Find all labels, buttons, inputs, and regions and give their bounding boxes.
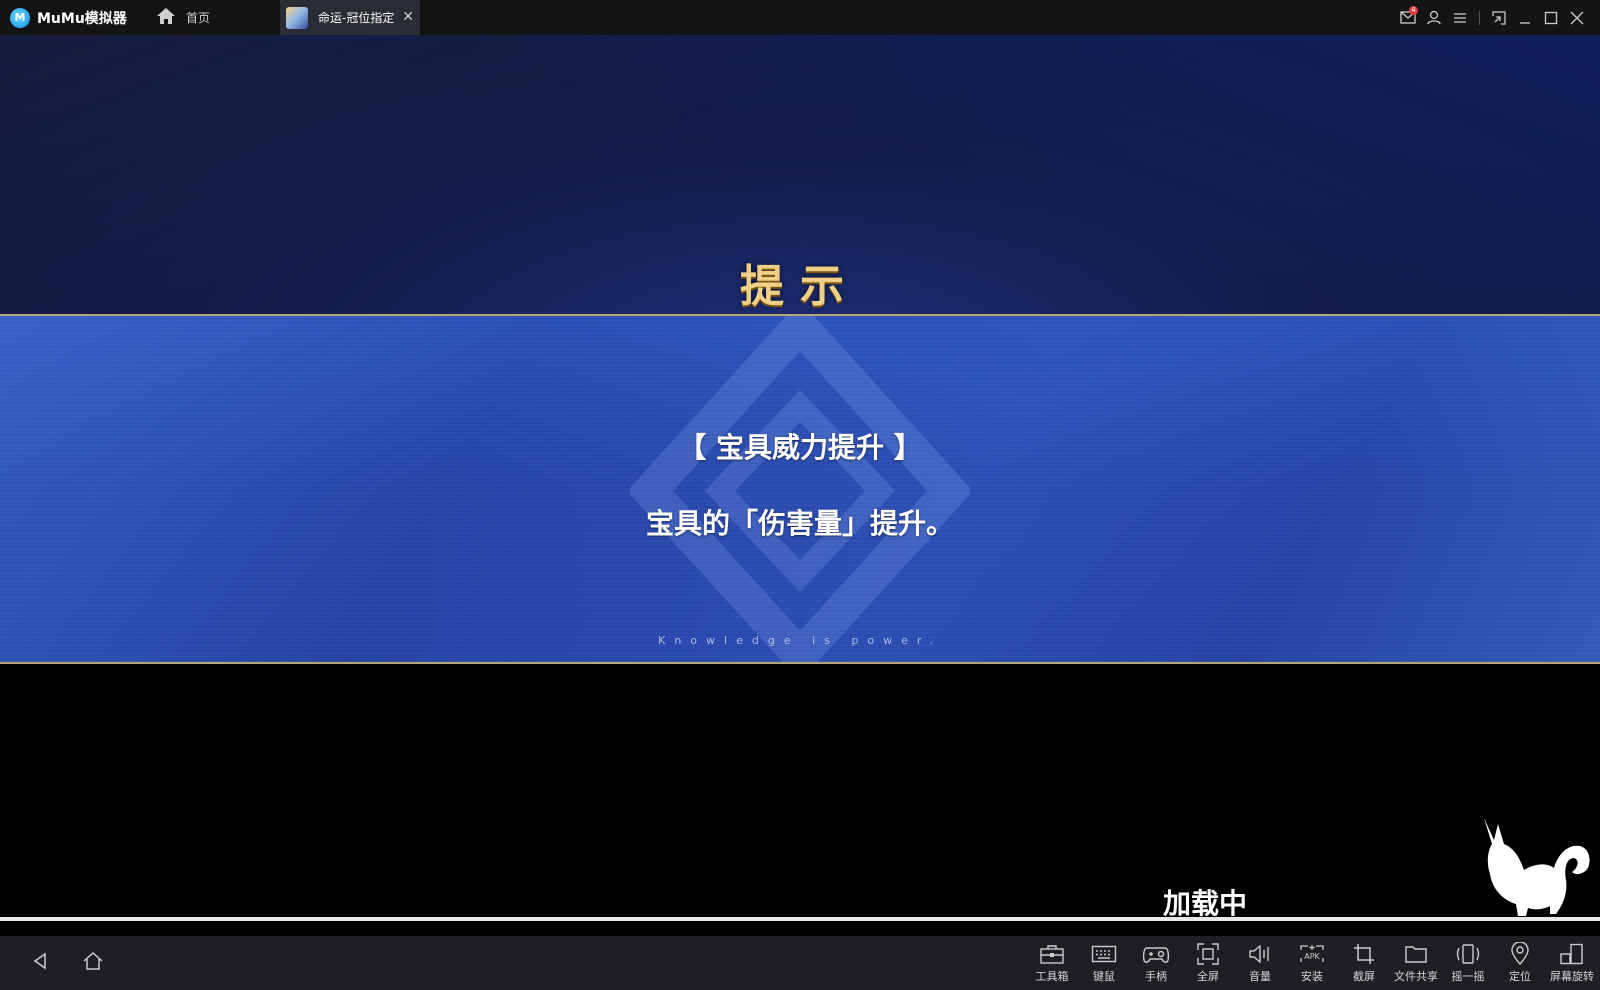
app-brand: M MuMu模拟器 [0,0,138,35]
svg-text:APK: APK [1304,952,1320,961]
tool-install-apk[interactable]: APK 安装 [1286,936,1338,990]
tool-label: 工具箱 [1035,970,1069,983]
account-button[interactable] [1421,0,1447,35]
tool-screenshot[interactable]: 截屏 [1338,936,1390,990]
back-button[interactable] [26,949,54,977]
minimize-icon [1518,11,1532,25]
user-icon [1427,10,1441,25]
maximize-icon [1544,11,1558,25]
menu-button[interactable] [1447,0,1473,35]
home-icon [156,7,176,29]
tool-keyboard[interactable]: 键鼠 [1078,936,1130,990]
tool-toolbox[interactable]: 工具箱 [1026,936,1078,990]
controls-divider [1479,10,1480,25]
tool-fullscreen[interactable]: 全屏 [1182,936,1234,990]
location-pin-icon [1506,942,1534,966]
tool-label: 全屏 [1197,970,1219,983]
app-name: MuMu模拟器 [37,10,127,27]
tab-home-label: 首页 [186,11,211,25]
shrink-window-icon [1492,10,1506,25]
tab-game[interactable]: 命运-冠位指定 ✕ [280,0,420,35]
tool-label: 键鼠 [1093,970,1115,983]
home-outline-icon [82,951,104,975]
loading-label: 加载中 [1163,887,1248,920]
mumu-logo-icon: M [10,7,30,28]
tool-shake[interactable]: 摇一摇 [1442,936,1494,990]
crop-screenshot-icon [1350,942,1378,966]
title-bar: M MuMu模拟器 首页 命运-冠位指定 ✕ 4 [0,0,1600,35]
tip-heading: 【 宝具威力提升 】 [678,431,922,464]
android-home-button[interactable] [79,949,107,977]
motto-text: Knowledge is power. [658,634,942,647]
game-thumbnail-icon [286,6,308,29]
tool-rotate-screen[interactable]: 屏幕旋转 [1546,936,1598,990]
tool-volume[interactable]: 音量 [1234,936,1286,990]
mini-mode-button[interactable] [1486,0,1512,35]
minimize-button[interactable] [1512,0,1538,35]
mail-badge: 4 [1409,6,1418,15]
keyboard-icon [1090,942,1118,966]
shake-icon [1454,942,1482,966]
toolbox-icon [1038,942,1066,966]
mail-button[interactable]: 4 [1395,0,1421,35]
close-window-button[interactable] [1564,0,1590,35]
toolbar-tools: 工具箱 键鼠 手柄 全屏 音量 APK 安装 截屏 文件共享 摇一摇 定位 屏幕… [1026,936,1598,990]
tip-body: 宝具的「伤害量」提升。 [645,507,954,540]
hamburger-menu-icon [1453,12,1467,24]
close-icon [1570,11,1584,25]
tab-home[interactable]: 首页 [138,0,278,35]
tool-label: 音量 [1249,970,1271,983]
tab-game-label: 命运-冠位指定 [318,11,395,25]
tool-gamepad[interactable]: 手柄 [1130,936,1182,990]
tool-location[interactable]: 定位 [1494,936,1546,990]
tool-label: 定位 [1509,970,1531,983]
hint-title: 提示 [740,261,860,312]
rotate-screen-icon [1558,942,1586,966]
chaldea-emblem-icon [630,316,970,662]
maximize-button[interactable] [1538,0,1564,35]
tip-banner[interactable]: 【 宝具威力提升 】 宝具的「伤害量」提升。 Knowledge is powe… [0,314,1600,664]
folder-icon [1402,942,1430,966]
volume-icon [1246,942,1274,966]
gamepad-icon [1142,942,1170,966]
back-arrow-icon [32,952,48,974]
window-controls: 4 [1395,0,1590,35]
tool-file-share[interactable]: 文件共享 [1390,936,1442,990]
tool-label: 截屏 [1353,970,1375,983]
loading-progress-bar [0,917,1600,921]
close-tab-icon[interactable]: ✕ [402,9,414,25]
tool-label: 屏幕旋转 [1550,970,1594,983]
apk-install-icon: APK [1298,942,1326,966]
tool-label: 安装 [1301,970,1323,983]
bottom-toolbar: 工具箱 键鼠 手柄 全屏 音量 APK 安装 截屏 文件共享 摇一摇 定位 屏幕… [0,936,1600,990]
tool-label: 文件共享 [1394,970,1438,983]
fou-loading-icon [1484,818,1590,916]
tool-label: 手柄 [1145,970,1167,983]
fullscreen-icon [1194,942,1222,966]
tool-label: 摇一摇 [1451,970,1485,983]
